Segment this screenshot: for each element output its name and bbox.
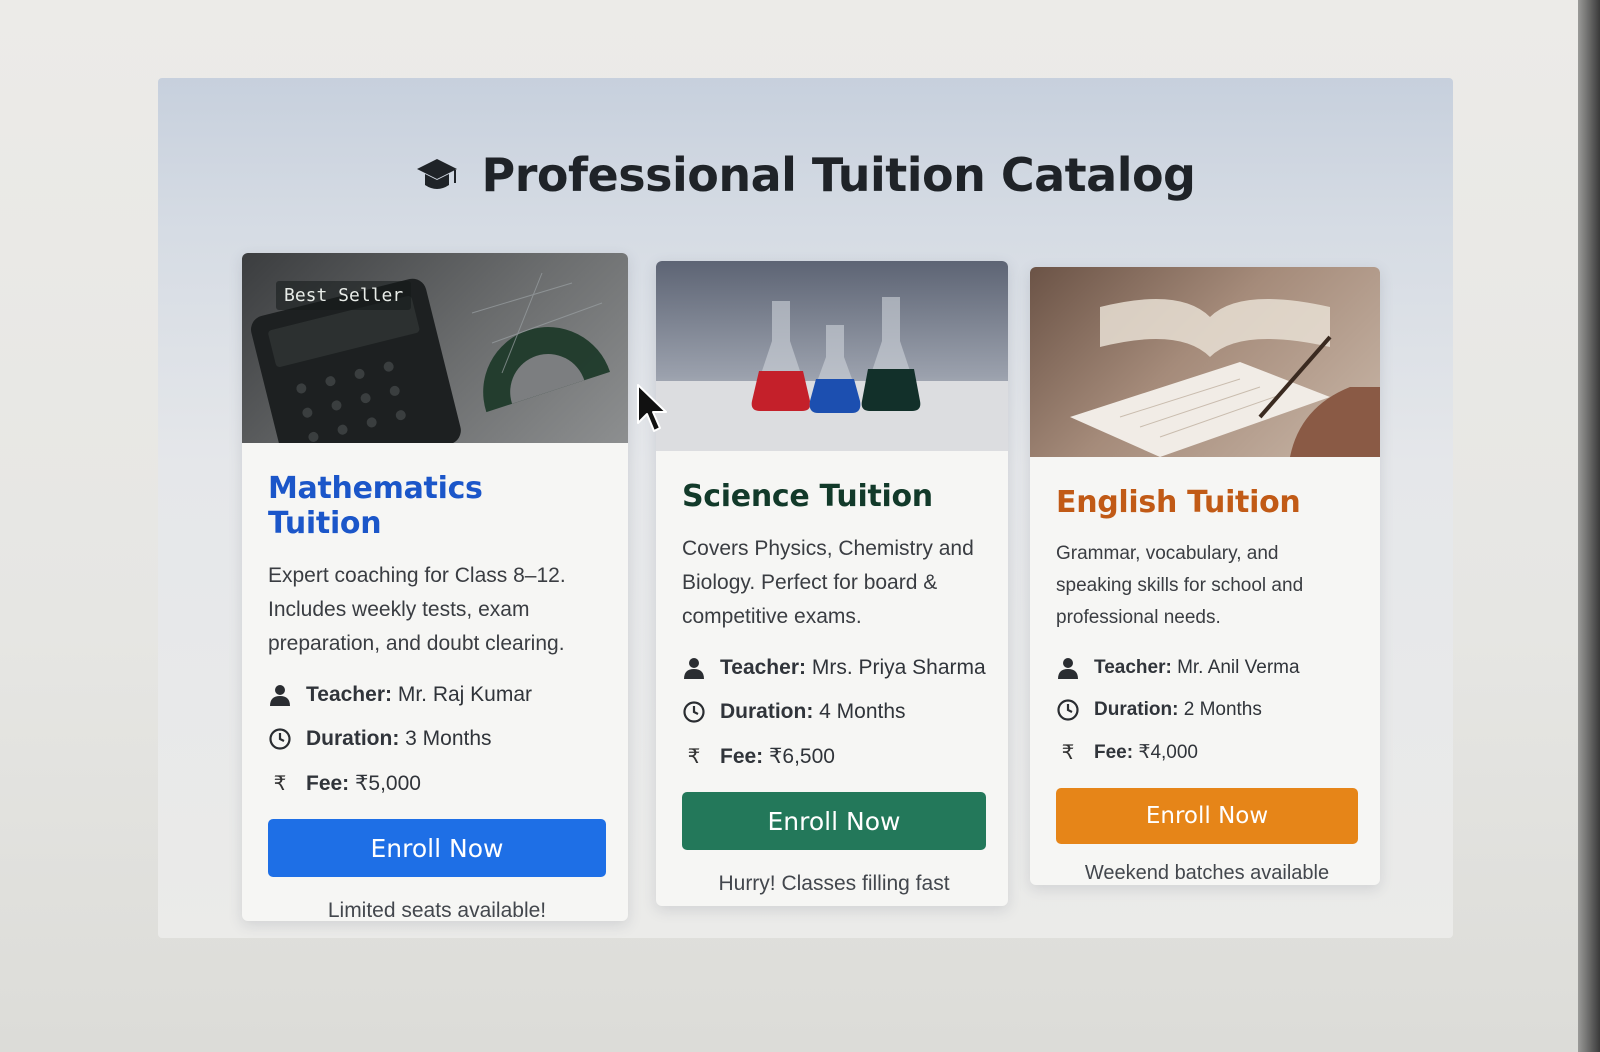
course-description: Expert coaching for Class 8–12. Includes… [268,564,566,655]
availability-note: Limited seats available! [327,899,547,921]
graduation-cap-icon [417,159,458,189]
course-card-science: Science Tuition Covers Physics, Chemistr… [656,261,1008,906]
monitor-bezel [1578,0,1600,1052]
browser-viewport: Professional Tuition Catalog Best Seller… [158,78,1453,938]
duration-label: Duration: [1094,699,1179,720]
duration-row: Duration: 3 Months [268,725,606,753]
page-title: Professional Tuition Catalog [481,148,1196,202]
rupee-icon: ₹ [273,772,287,795]
teacher-label: Teacher: [306,683,392,706]
open-book-writing-image [1030,267,1380,457]
teacher-label: Teacher: [720,656,806,679]
teacher-row: Teacher: Mr. Anil Verma [1056,654,1358,682]
teacher-row: Teacher: Mrs. Priya Sharma [682,654,986,682]
duration-label: Duration: [720,700,814,723]
card-body: English Tuition Grammar, vocabulary, and… [1030,457,1380,885]
fee-value: ₹4,000 [1138,741,1198,763]
person-icon [1058,658,1078,679]
duration-row: Duration: 4 Months [682,698,986,726]
course-card-list: Best Seller Mathematics Tuition Expert c… [158,253,1453,933]
clock-icon [683,701,705,723]
teacher-name: Mrs. Priya Sharma [811,656,986,679]
best-seller-badge: Best Seller [276,281,412,310]
fee-label: Fee: [1094,741,1134,763]
fee-row: ₹ Fee: ₹6,500 [682,742,986,770]
duration-row: Duration: 2 Months [1056,696,1358,724]
enroll-now-button[interactable]: Enroll Now [682,792,986,850]
course-card-mathematics: Best Seller Mathematics Tuition Expert c… [242,253,628,921]
course-description: Grammar, vocabulary, and speaking skills… [1056,543,1304,628]
fee-row: ₹ Fee: ₹5,000 [268,769,606,797]
teacher-row: Teacher: Mr. Raj Kumar [268,681,606,709]
person-icon [270,685,290,706]
rupee-icon: ₹ [687,745,701,768]
flasks-illustration [656,297,1008,451]
duration-value: 4 Months [819,700,906,723]
course-card-english: English Tuition Grammar, vocabulary, and… [1030,267,1380,885]
course-title[interactable]: English Tuition [1056,485,1358,520]
fee-row: ₹ Fee: ₹4,000 [1056,738,1358,766]
lab-flasks-image [656,261,1008,451]
fee-label: Fee: [720,744,764,768]
clock-icon [1057,699,1079,721]
duration-value: 3 Months [405,727,492,750]
teacher-name: Mr. Raj Kumar [397,683,533,706]
book-illustration [1070,299,1380,457]
duration-label: Duration: [306,727,400,750]
fee-value: ₹6,500 [769,744,835,768]
person-icon [684,658,704,679]
calculator-protractor-image: Best Seller [242,253,628,443]
fee-label: Fee: [306,771,350,795]
catalog-header: Professional Tuition Catalog [158,148,1453,202]
enroll-now-button[interactable]: Enroll Now [268,819,606,877]
availability-note: Weekend batches available [1084,862,1330,884]
enroll-now-button[interactable]: Enroll Now [1056,788,1358,844]
course-title[interactable]: Mathematics Tuition [268,471,606,541]
rupee-icon: ₹ [1061,741,1075,764]
course-description: Covers Physics, Chemistry and Biology. P… [682,537,974,628]
mouse-pointer-icon [637,384,667,432]
teacher-label: Teacher: [1094,657,1172,678]
duration-value: 2 Months [1183,699,1262,720]
fee-value: ₹5,000 [355,771,421,795]
availability-note: Hurry! Classes filling fast [718,872,950,895]
card-body: Mathematics Tuition Expert coaching for … [242,443,628,921]
teacher-name: Mr. Anil Verma [1177,657,1300,678]
card-body: Science Tuition Covers Physics, Chemistr… [656,451,1008,896]
course-title[interactable]: Science Tuition [682,479,986,514]
clock-icon [269,728,291,750]
